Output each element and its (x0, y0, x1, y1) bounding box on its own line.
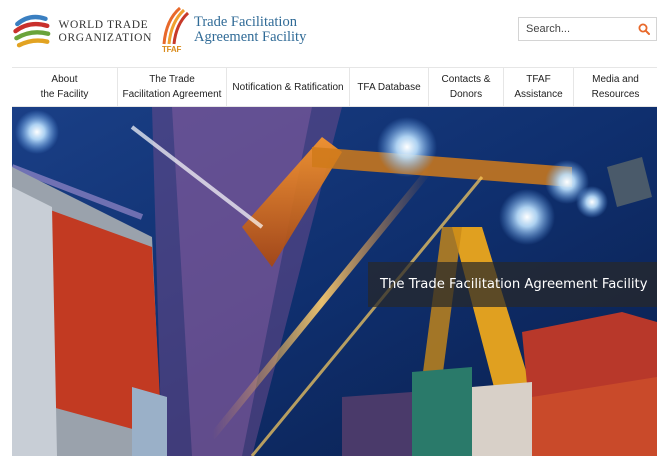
tfaf-mark: TFAF (160, 6, 190, 54)
tfaf-line1: Trade Facilitation (194, 14, 297, 30)
nav-label: TFAF Assistance (514, 74, 563, 100)
nav-tfa-database[interactable]: TFA Database (350, 68, 429, 106)
wto-line2: ORGANIZATION (58, 32, 152, 44)
tfaf-wordmark: Trade Facilitation Agreement Facility (194, 15, 306, 45)
hero-container-stack (412, 367, 472, 456)
wto-logo[interactable]: WORLD TRADE ORGANIZATION (12, 9, 152, 55)
nav-tfaf-assistance[interactable]: TFAF Assistance (504, 68, 574, 106)
hero-caption: The Trade Facilitation Agreement Facilit… (380, 277, 648, 292)
search-button[interactable] (631, 18, 656, 40)
nav-label: The Trade Facilitation Agreement (122, 74, 222, 100)
nav-notification-ratification[interactable]: Notification & Ratification (227, 68, 350, 106)
nav-label: About the Facility (40, 74, 89, 100)
nav-label: TFA Database (357, 81, 421, 93)
hero-banner: The Trade Facilitation Agreement Facilit… (12, 107, 657, 456)
nav-about-facility[interactable]: About the Facility (12, 68, 118, 106)
hero-caption-box: The Trade Facilitation Agreement Facilit… (368, 262, 657, 307)
search-icon (638, 23, 650, 35)
search-input[interactable] (519, 18, 631, 40)
site-header: WORLD TRADE ORGANIZATION TFAF Trade Faci… (0, 0, 657, 66)
tfaf-logo[interactable]: TFAF Trade Facilitation Agreement Facili… (160, 6, 306, 56)
hero-floodlight (499, 189, 555, 245)
hero-floodlight (576, 186, 608, 218)
nav-trade-facilitation-agreement[interactable]: The Trade Facilitation Agreement (118, 68, 227, 106)
hero-container-left (12, 187, 57, 456)
hero-container-stack (342, 392, 412, 456)
tfaf-logo-icon (162, 6, 190, 45)
nav-contacts-donors[interactable]: Contacts & Donors (429, 68, 504, 106)
main-nav: About the Facility The Trade Facilitatio… (12, 67, 657, 107)
tfaf-line2: Agreement Facility (194, 29, 307, 45)
nav-label: Notification & Ratification (232, 81, 344, 93)
hero-container-stack (472, 382, 532, 456)
tfaf-abbrev: TFAF (162, 45, 182, 54)
hero-container-left (132, 387, 167, 456)
nav-media-resources[interactable]: Media and Resources (574, 68, 657, 106)
wto-wordmark: WORLD TRADE ORGANIZATION (59, 19, 152, 45)
wto-line1: WORLD TRADE (58, 19, 149, 31)
wto-logo-icon (13, 14, 51, 48)
search-box (518, 17, 657, 41)
hero-floodlight (377, 117, 437, 177)
nav-label: Media and Resources (591, 74, 640, 100)
nav-label: Contacts & Donors (441, 74, 491, 100)
hero-floodlight (15, 110, 59, 154)
